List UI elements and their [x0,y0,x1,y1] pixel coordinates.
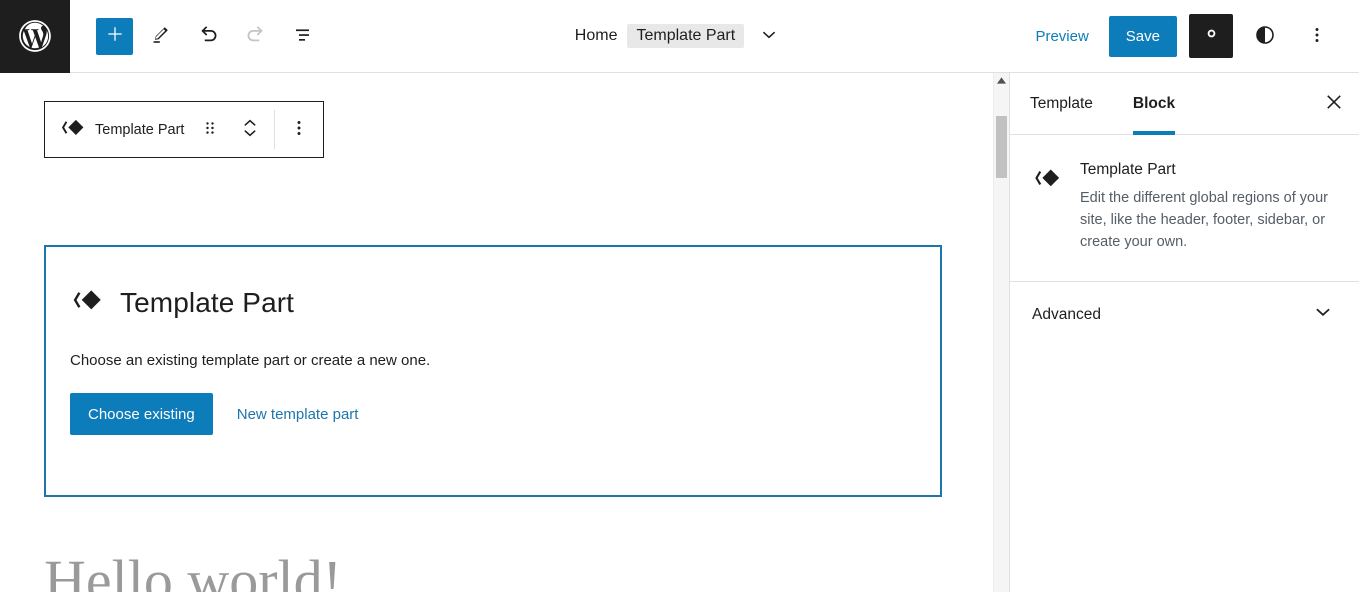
save-button[interactable]: Save [1108,15,1177,57]
plus-icon [104,23,126,50]
block-type-button[interactable] [49,102,95,157]
placeholder-actions: Choose existing New template part [70,393,916,435]
header-right-tools: Preview Save [1027,14,1359,58]
list-view-icon [292,23,316,50]
placeholder-title: Template Part [120,286,295,318]
block-info-description: Edit the different global regions of you… [1080,190,1329,251]
editor-header: Home Template Part Preview Save [0,0,1359,73]
close-x-icon [1323,91,1345,116]
redo-arrow-icon [243,22,269,51]
panel-advanced[interactable]: Advanced [1010,282,1359,348]
undo-button[interactable] [187,15,229,57]
list-view-button[interactable] [283,15,325,57]
more-options-button[interactable] [1297,16,1337,56]
placeholder-heading-row: Template Part [70,283,916,322]
choose-existing-button[interactable]: Choose existing [70,393,213,435]
chevron-up-down-icon [239,113,261,146]
panel-advanced-label: Advanced [1032,305,1101,323]
chevron-down-icon [758,24,780,49]
block-toolbar-options-group [275,102,323,157]
template-part-icon [59,114,86,146]
document-title-chip[interactable]: Template Part [627,24,745,48]
wordpress-site-editor: Home Template Part Preview Save Template… [0,0,1359,592]
drag-handle-button[interactable] [190,102,230,157]
block-options-button[interactable] [279,102,319,157]
six-dots-drag-icon [200,118,220,141]
placeholder-description: Choose an existing template part or crea… [70,352,431,369]
scroll-up-arrow-icon[interactable] [994,77,1009,84]
edit-mode-button[interactable] [139,15,181,57]
block-info-title: Template Part [1080,161,1176,178]
canvas-scrollbar[interactable] [993,73,1009,592]
header-left-tools [70,15,325,57]
tab-template[interactable]: Template [1010,73,1113,134]
editor-body: Template Part Template Part Choose an ex… [0,73,1359,592]
new-template-part-button[interactable]: New template part [237,406,359,423]
pencil-icon [148,23,172,50]
three-dots-vertical-icon [1306,24,1328,49]
wordpress-logo-button[interactable] [0,0,70,73]
template-part-icon [70,283,104,322]
scrollbar-thumb[interactable] [996,116,1007,178]
sidebar-tabs: Template Block [1010,73,1359,135]
close-sidebar-button[interactable] [1309,73,1359,134]
settings-sidebar: Template Block Template Part Edit the di… [1009,73,1359,592]
block-toolbar-label[interactable]: Template Part [95,122,190,138]
styles-button[interactable] [1245,16,1285,56]
tab-block[interactable]: Block [1113,73,1195,135]
block-toolbar-main-group: Template Part [45,102,274,157]
block-info-card: Template Part Edit the different global … [1010,135,1359,283]
post-title[interactable]: Hello world! [44,550,342,592]
gear-icon [1199,21,1224,51]
three-dots-vertical-icon [288,117,310,142]
editor-canvas[interactable]: Template Part Template Part Choose an ex… [0,73,993,592]
template-part-icon [1032,161,1062,253]
settings-button[interactable] [1189,14,1233,58]
block-movers-button[interactable] [230,102,270,157]
add-block-button[interactable] [96,17,133,55]
block-toolbar: Template Part [44,101,325,158]
block-info-text: Template Part Edit the different global … [1080,161,1335,253]
preview-button[interactable]: Preview [1027,22,1096,51]
undo-arrow-icon [195,22,221,51]
template-part-placeholder-block[interactable]: Template Part Choose an existing templat… [44,245,942,497]
contrast-half-circle-icon [1253,23,1277,50]
redo-button[interactable] [235,15,277,57]
document-breadcrumb-home: Home [574,27,618,44]
chevron-down-icon [1311,300,1335,329]
document-dropdown-button[interactable] [754,21,784,51]
wordpress-logo-icon [16,17,54,55]
